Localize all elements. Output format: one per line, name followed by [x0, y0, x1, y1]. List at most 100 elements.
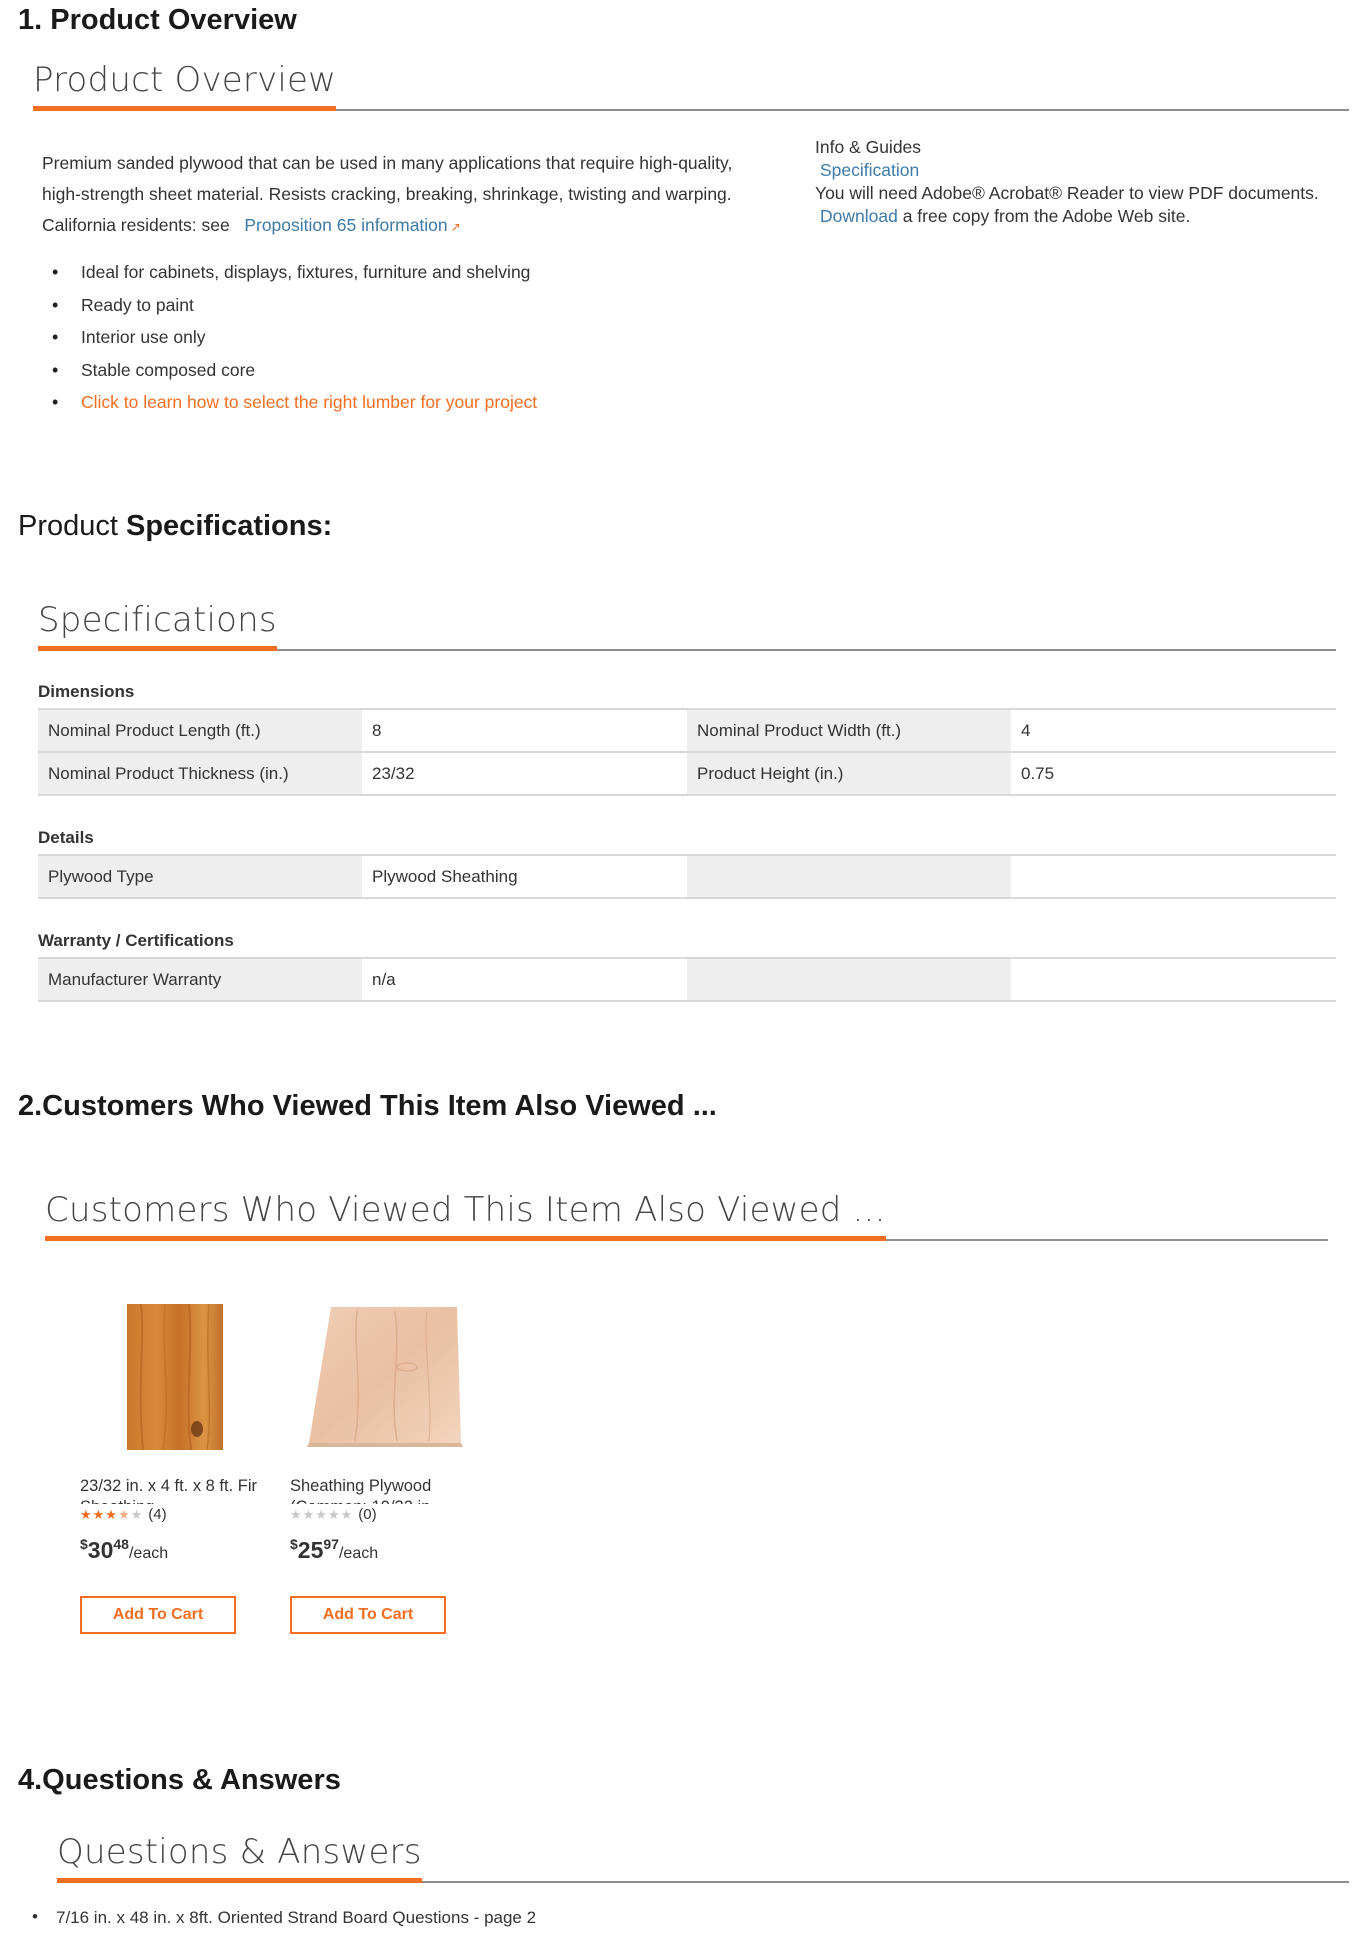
spec-heading-prefix: Product	[18, 510, 126, 542]
plywood-fir-image	[127, 1304, 223, 1450]
spec-label	[687, 854, 1011, 899]
section-heading-specifications: Product Specifications:	[18, 510, 332, 543]
spec-label: Nominal Product Length (ft.)	[38, 708, 362, 753]
qa-link[interactable]: 7/16 in. x 48 in. x 8ft. Oriented Strand…	[56, 1908, 536, 1927]
bullet-dot: •	[52, 359, 59, 380]
product-price: $2597/each	[290, 1536, 480, 1564]
qa-panel-header: Questions & Answers	[57, 1832, 1349, 1883]
add-to-cart-button[interactable]: Add To Cart	[290, 1596, 446, 1634]
description-line-2: high-strength sheet material. Resists cr…	[42, 184, 732, 204]
info-guides: Info & Guides Specification You will nee…	[815, 136, 1355, 228]
feature-text: Ready to paint	[81, 294, 194, 315]
description-line-1: Premium sanded plywood that can be used …	[42, 153, 733, 173]
feature-bullet: • Stable composed core	[52, 354, 537, 387]
price-unit: /each	[128, 1545, 169, 1562]
download-link[interactable]: Download	[820, 206, 898, 226]
qa-panel-title: Questions & Answers	[57, 1832, 422, 1883]
adobe-note: You will need Adobe® Acrobat® Reader to …	[815, 183, 1319, 203]
california-notice: California residents: see Proposition 65…	[42, 210, 782, 243]
price-cents: 97	[323, 1536, 339, 1552]
section-heading-qa: 4.Questions & Answers	[18, 1764, 341, 1796]
product-price: $3048/each	[80, 1536, 270, 1564]
specifications-panel-header: Specifications	[38, 600, 1336, 651]
feature-bullet-list: • Ideal for cabinets, displays, fixtures,…	[52, 256, 537, 419]
california-notice-prefix: California residents: see	[42, 215, 230, 235]
product-name[interactable]: Sheathing Plywood (Common: 19/32 in.	[290, 1476, 480, 1504]
dimensions-table: Nominal Product Length (ft.) 8 Nominal P…	[38, 708, 1336, 796]
spec-value: 8	[362, 708, 687, 753]
add-to-cart-button[interactable]: Add To Cart	[80, 1596, 236, 1634]
spec-value	[1011, 957, 1336, 1002]
table-row: Nominal Product Length (ft.) 8 Nominal P…	[38, 708, 1336, 753]
spec-heading-bold: Specifications:	[126, 510, 333, 542]
review-count[interactable]: (4)	[148, 1506, 166, 1523]
qa-list: • 7/16 in. x 48 in. x 8ft. Oriented Stran…	[32, 1907, 536, 1928]
product-rating: ★★★★★ (4)	[80, 1506, 270, 1523]
product-card[interactable]: 23/32 in. x 4 ft. x 8 ft. Fir Sheathing …	[80, 1302, 270, 1634]
lumber-guide-link-text[interactable]: Click to learn how to select the right l…	[81, 392, 537, 412]
overview-panel-header: Product Overview	[33, 60, 1349, 111]
stars-empty: ★	[130, 1506, 144, 1522]
price-dollars: 25	[297, 1537, 324, 1563]
bullet-dot: •	[52, 327, 59, 347]
spec-value: n/a	[362, 957, 687, 1002]
table-row: Plywood Type Plywood Sheathing	[38, 854, 1336, 899]
bullet-dot: •	[52, 294, 59, 315]
product-image-fir-sheathing[interactable]	[80, 1302, 270, 1452]
product-name[interactable]: 23/32 in. x 4 ft. x 8 ft. Fir Sheathing	[80, 1476, 270, 1504]
lumber-guide-link[interactable]: • Click to learn how to select the right …	[52, 386, 537, 419]
spec-group-warranty: Warranty / Certifications	[38, 931, 234, 950]
feature-bullet: • Ideal for cabinets, displays, fixtures,…	[52, 256, 537, 289]
feature-bullet: • Ready to paint	[52, 289, 537, 322]
feature-bullet: • Interior use only	[52, 321, 537, 354]
also-viewed-panel-header: Customers Who Viewed This Item Also View…	[45, 1190, 1328, 1241]
feature-text: Interior use only	[81, 327, 206, 347]
product-image-sheathing-plywood[interactable]	[290, 1302, 480, 1452]
details-table: Plywood Type Plywood Sheathing	[38, 854, 1336, 899]
info-guides-title: Info & Guides	[815, 137, 922, 157]
star-half: ★	[117, 1506, 131, 1522]
star-rating-icon: ★★★★★	[290, 1506, 354, 1522]
price-currency: $	[80, 1536, 88, 1552]
spec-label: Nominal Product Thickness (in.)	[38, 751, 362, 796]
external-link-icon: ↗	[450, 220, 461, 234]
price-unit: /each	[338, 1545, 379, 1562]
spec-value: 0.75	[1011, 751, 1336, 796]
specifications-panel-title: Specifications	[38, 600, 277, 651]
feature-text: Stable composed core	[81, 359, 256, 380]
prop65-link[interactable]: Proposition 65 information	[244, 215, 447, 235]
spec-value: Plywood Sheathing	[362, 854, 687, 899]
specification-link[interactable]: Specification	[820, 160, 919, 180]
spec-value: 23/32	[362, 751, 687, 796]
spec-value	[1011, 854, 1336, 899]
bullet-dot: •	[52, 392, 59, 412]
product-description: Premium sanded plywood that can be used …	[42, 148, 782, 243]
table-row: Manufacturer Warranty n/a	[38, 957, 1336, 1002]
price-cents: 48	[113, 1536, 129, 1552]
product-card[interactable]: Sheathing Plywood (Common: 19/32 in. ★★★…	[290, 1302, 480, 1634]
spec-value: 4	[1011, 708, 1336, 753]
also-viewed-panel-title: Customers Who Viewed This Item Also View…	[45, 1190, 886, 1241]
spec-label: Manufacturer Warranty	[38, 957, 362, 1002]
review-count[interactable]: (0)	[358, 1506, 376, 1523]
spec-group-details: Details	[38, 828, 94, 847]
spec-group-dimensions: Dimensions	[38, 682, 135, 701]
section-heading-overview: 1. Product Overview	[18, 4, 297, 36]
spec-label: Product Height (in.)	[687, 751, 1011, 796]
spec-label: Plywood Type	[38, 854, 362, 899]
stars-filled: ★★★	[80, 1506, 118, 1522]
warranty-table: Manufacturer Warranty n/a	[38, 957, 1336, 1002]
bullet-dot: •	[32, 1907, 38, 1926]
plywood-sheathing-image	[307, 1307, 463, 1447]
qa-list-item[interactable]: • 7/16 in. x 48 in. x 8ft. Oriented Stran…	[32, 1907, 536, 1928]
product-rating: ★★★★★ (0)	[290, 1506, 480, 1523]
table-row: Nominal Product Thickness (in.) 23/32 Pr…	[38, 751, 1336, 796]
spec-label	[687, 957, 1011, 1002]
section-heading-also-viewed: 2.Customers Who Viewed This Item Also Vi…	[18, 1090, 717, 1122]
spec-label: Nominal Product Width (ft.)	[687, 708, 1011, 753]
star-rating-icon: ★★★★★	[80, 1507, 143, 1523]
download-suffix: a free copy from the Adobe Web site.	[897, 206, 1191, 226]
overview-panel-title: Product Overview	[33, 60, 337, 111]
price-dollars: 30	[87, 1537, 114, 1563]
bullet-dot: •	[52, 262, 59, 282]
